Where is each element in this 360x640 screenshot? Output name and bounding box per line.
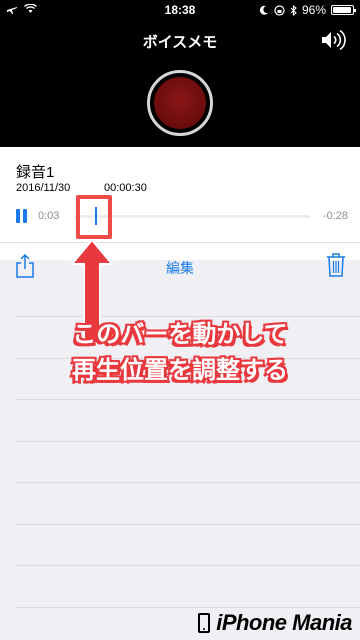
bluetooth-icon [290,4,297,16]
status-bar: 18:38 96% [0,0,360,20]
annotation-callout: このバーを動かして 再生位置を調整する [36,316,324,388]
moon-icon [259,5,268,15]
page-title: ボイスメモ [142,33,218,51]
remaining-time: -0:28 [322,210,348,222]
annotation-line-2: 再生位置を調整する [72,356,288,384]
divider [0,242,360,243]
phone-logo-icon [198,613,211,633]
rotation-lock-icon [274,4,285,16]
annotation-highlight-box [76,195,112,239]
battery-icon [331,5,356,15]
battery-percent: 96% [301,3,326,17]
watermark-text: iPhone Mania [216,610,352,635]
speaker-icon[interactable] [320,29,348,51]
top-area: 18:38 96% ボイスメモ [0,0,360,147]
recording-name: 録音1 [16,164,55,181]
watermark: iPhone Mania [198,610,352,636]
elapsed-time: 0:03 [38,210,60,222]
recording-date: 2016/11/30 [16,182,71,194]
recording-duration: 00:00:30 [104,182,147,194]
record-button[interactable] [147,70,213,136]
recording-card[interactable]: 録音1 2016/11/30 00:00:30 0:03 -0:28 [0,147,360,260]
pause-button[interactable] [16,209,28,223]
annotation-line-1: このバーを動かして [72,320,288,348]
